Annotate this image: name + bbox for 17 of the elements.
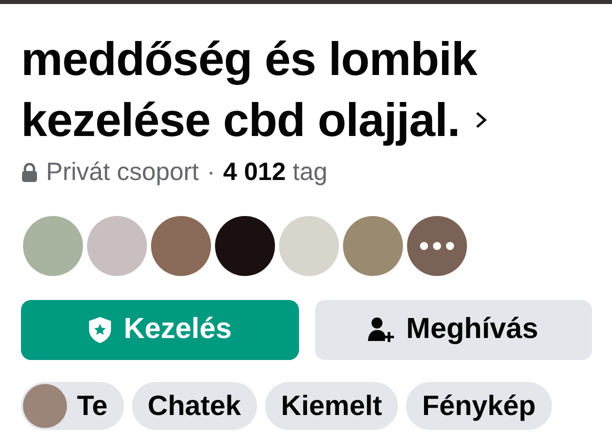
user-avatar: [23, 384, 67, 428]
privacy-label: Privát csoport: [46, 157, 199, 188]
chevron-right-icon[interactable]: [474, 110, 488, 128]
lock-icon: [21, 163, 38, 182]
invite-button[interactable]: Meghívás: [314, 300, 592, 360]
manage-button[interactable]: Kezelés: [21, 300, 298, 360]
filter-chip[interactable]: Kiemelt: [264, 382, 398, 430]
more-dots-icon: [420, 242, 454, 250]
filter-chip[interactable]: Fénykép: [406, 382, 552, 430]
add-person-icon: [368, 316, 394, 342]
separator-dot: ·: [206, 157, 216, 188]
group-title[interactable]: meddőség és lombik: [21, 28, 477, 89]
member-count[interactable]: 4 012 tag: [223, 154, 328, 192]
shield-star-icon: [88, 316, 112, 344]
filter-chip[interactable]: Te: [21, 382, 124, 430]
filter-chip[interactable]: Chatek: [132, 382, 257, 430]
group-title[interactable]: kezelése cbd olajjal.: [21, 89, 460, 150]
